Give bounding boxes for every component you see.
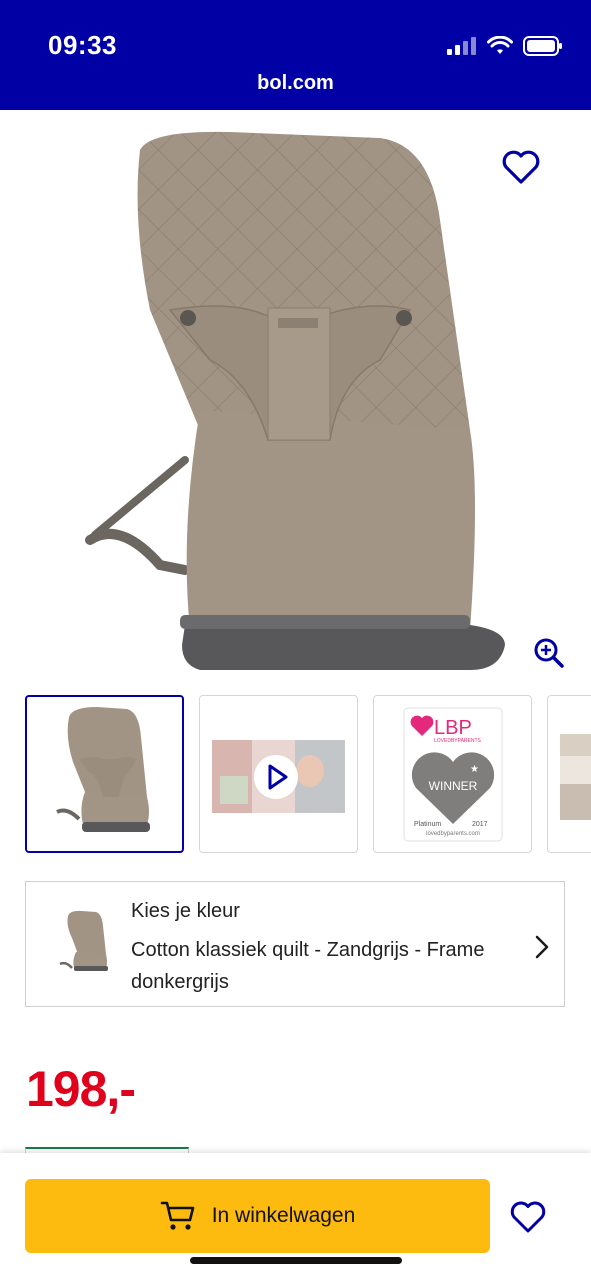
variant-thumbnail-image <box>59 910 108 971</box>
battery-icon <box>523 36 562 56</box>
award-year: 2017 <box>472 821 488 828</box>
status-icons <box>447 36 563 56</box>
thumbnail-bouncer-image <box>56 707 150 832</box>
cart-icon <box>160 1201 195 1230</box>
color-variant-selector[interactable]: Kies je kleur Cotton klassiek quilt - Za… <box>25 881 565 1007</box>
thumbnail-partial-image <box>560 734 591 820</box>
thumbnail-1[interactable] <box>25 695 184 853</box>
award-label: WINNER <box>429 779 478 793</box>
add-to-cart-button[interactable]: In winkelwagen <box>25 1179 490 1253</box>
favorite-heart-icon[interactable] <box>500 148 542 186</box>
thumbnail-award[interactable]: LBP LOVEDBYPARENTS WINNER ★ Platinum 201… <box>373 695 532 853</box>
zoom-in-icon[interactable] <box>532 636 566 670</box>
thumbnail-video[interactable] <box>199 695 358 853</box>
bouncer-image <box>85 131 505 670</box>
bottom-action-bar: In winkelwagen <box>0 1153 591 1280</box>
thumbnail-4[interactable] <box>547 695 591 853</box>
product-hero-image[interactable] <box>0 110 591 685</box>
page-url[interactable]: bol.com <box>0 72 591 95</box>
award-badge-image: LBP LOVEDBYPARENTS WINNER ★ Platinum 201… <box>403 707 503 842</box>
star-icon: ★ <box>470 764 479 775</box>
award-tier: Platinum <box>414 821 441 828</box>
variant-title: Kies je kleur <box>131 900 240 922</box>
award-site: lovedbyparents.com <box>426 831 480 837</box>
home-indicator[interactable] <box>190 1257 402 1264</box>
variant-description: Cotton klassiek quilt - Zandgrijs - Fram… <box>131 939 485 993</box>
award-brand-sub: LOVEDBYPARENTS <box>434 738 482 744</box>
product-price: 198,- <box>26 1061 136 1117</box>
browser-top-bar: 09:33 bol.com <box>0 0 591 110</box>
video-thumbnail-image <box>212 740 345 813</box>
add-to-cart-label: In winkelwagen <box>211 1204 356 1227</box>
signal-icon <box>447 37 476 55</box>
wifi-icon <box>487 36 513 54</box>
chevron-right-icon <box>535 935 549 959</box>
wishlist-heart-icon[interactable] <box>508 1199 548 1235</box>
thumbnail-strip[interactable]: LBP LOVEDBYPARENTS WINNER ★ Platinum 201… <box>0 693 591 857</box>
award-brand: LBP <box>434 717 472 739</box>
status-time: 09:33 <box>48 30 117 60</box>
